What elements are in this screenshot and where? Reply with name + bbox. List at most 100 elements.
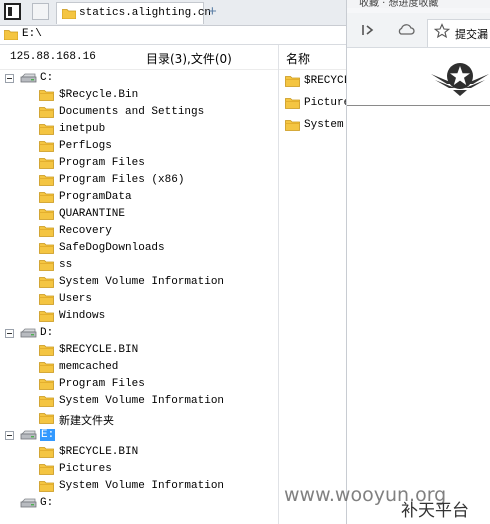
folder-icon bbox=[285, 97, 300, 112]
folder-label: Pictures bbox=[59, 463, 112, 475]
address-bar[interactable]: E:\ bbox=[0, 26, 346, 45]
folder-icon bbox=[285, 75, 300, 90]
tree-folder-item[interactable]: inetpub bbox=[0, 122, 278, 138]
tree-drive-c[interactable]: C: bbox=[0, 71, 278, 87]
tree-folder-item[interactable]: Program Files (x86) bbox=[0, 173, 278, 189]
folder-label: $Recycle.Bin bbox=[59, 89, 139, 101]
file-name: Pictures bbox=[304, 97, 346, 109]
browser-tab-label: 提交漏 bbox=[455, 28, 488, 41]
file-name: System Volume Information bbox=[304, 119, 346, 131]
tree-folder-item[interactable]: Users bbox=[0, 292, 278, 308]
file-list-item[interactable]: Pictures bbox=[279, 96, 346, 112]
tree-folder-item[interactable]: Program Files bbox=[0, 156, 278, 172]
folder-icon bbox=[39, 106, 54, 122]
drive-icon bbox=[20, 430, 37, 445]
folder-icon bbox=[39, 225, 54, 241]
browser-toolbar: 提交漏 bbox=[347, 13, 490, 48]
tree-folder-item[interactable]: System Volume Information bbox=[0, 275, 278, 291]
tree-folder-item[interactable]: QUARANTINE bbox=[0, 207, 278, 223]
tab-bar: statics.alighting.cn + bbox=[0, 0, 346, 26]
file-name: $RECYCLE.BIN bbox=[304, 75, 346, 87]
folder-icon bbox=[39, 157, 54, 173]
folder-icon bbox=[39, 480, 54, 496]
tree-drive-g[interactable]: G: bbox=[0, 496, 278, 512]
browser-content bbox=[347, 48, 490, 524]
favorites-bar: 收藏 · 想进度收藏 bbox=[347, 0, 490, 8]
folder-icon bbox=[285, 119, 300, 134]
directory-tree-pane: 125.88.168.16 目录(3),文件(0) C: $Recycle.Bin… bbox=[0, 45, 279, 524]
folder-icon bbox=[39, 242, 54, 258]
folder-icon bbox=[39, 463, 54, 479]
tree-folder-item[interactable]: Pictures bbox=[0, 462, 278, 478]
folder-icon bbox=[39, 89, 54, 105]
drive-label: G: bbox=[40, 497, 54, 509]
folder-label: System Volume Information bbox=[59, 480, 225, 492]
folder-icon bbox=[39, 412, 54, 428]
browser-tab[interactable]: 提交漏 bbox=[427, 19, 490, 47]
folder-icon bbox=[39, 140, 54, 156]
drive-icon bbox=[20, 498, 37, 513]
folder-label: PerfLogs bbox=[59, 140, 112, 152]
server-ip: 125.88.168.16 bbox=[10, 51, 96, 63]
collapse-toggle-icon[interactable] bbox=[5, 431, 14, 440]
sidebar-toggle-icon[interactable] bbox=[361, 23, 375, 41]
file-list-item[interactable]: System Volume Information bbox=[279, 118, 346, 134]
tab-label: statics.alighting.cn bbox=[79, 7, 212, 19]
new-tab-button[interactable]: + bbox=[208, 3, 217, 20]
tree-folder-item[interactable]: $RECYCLE.BIN bbox=[0, 445, 278, 461]
file-list-item[interactable]: $RECYCLE.BIN bbox=[279, 74, 346, 90]
tree-header: 125.88.168.16 目录(3),文件(0) bbox=[0, 45, 278, 70]
folder-label: Program Files (x86) bbox=[59, 174, 185, 186]
tree-folder-item[interactable]: memcached bbox=[0, 360, 278, 376]
emblem-logo-icon bbox=[429, 60, 490, 100]
drive-icon bbox=[20, 328, 37, 343]
column-name[interactable]: 名称 bbox=[286, 50, 310, 67]
folder-label: Documents and Settings bbox=[59, 106, 205, 118]
tree-folder-item[interactable]: $Recycle.Bin bbox=[0, 88, 278, 104]
folder-label: ss bbox=[59, 259, 73, 271]
header-divider bbox=[347, 105, 490, 106]
tree-drive-d[interactable]: D: bbox=[0, 326, 278, 342]
tab-statics[interactable]: statics.alighting.cn bbox=[56, 2, 211, 24]
folder-label: SafeDogDownloads bbox=[59, 242, 165, 254]
drive-label: D: bbox=[40, 327, 54, 339]
collapse-toggle-icon[interactable] bbox=[5, 329, 14, 338]
folder-label: Users bbox=[59, 293, 93, 305]
tree-folder-item[interactable]: 新建文件夹 bbox=[0, 411, 278, 428]
folder-label: $RECYCLE.BIN bbox=[59, 446, 139, 458]
folder-icon bbox=[39, 208, 54, 224]
folder-label: System Volume Information bbox=[59, 395, 225, 407]
panel-toggle-icon[interactable] bbox=[4, 3, 21, 20]
cloud-icon[interactable] bbox=[397, 23, 415, 40]
folder-label: memcached bbox=[59, 361, 119, 373]
tree-folder-item[interactable]: PerfLogs bbox=[0, 139, 278, 155]
folder-label: 新建文件夹 bbox=[59, 416, 114, 428]
tree-folder-item[interactable]: Program Files bbox=[0, 377, 278, 393]
file-list-header: 名称 bbox=[279, 45, 346, 70]
folder-icon bbox=[39, 395, 54, 411]
folder-icon bbox=[39, 310, 54, 326]
collapse-toggle-icon[interactable] bbox=[5, 74, 14, 83]
tree-folder-item[interactable]: SafeDogDownloads bbox=[0, 241, 278, 257]
tree-folder-item[interactable]: ss bbox=[0, 258, 278, 274]
tree-folder-item[interactable]: System Volume Information bbox=[0, 479, 278, 495]
folder-label: QUARANTINE bbox=[59, 208, 126, 220]
folder-icon bbox=[39, 174, 54, 190]
grid-view-icon[interactable] bbox=[32, 3, 49, 20]
tree-folder-item[interactable]: Documents and Settings bbox=[0, 105, 278, 121]
folder-icon bbox=[39, 191, 54, 207]
tree-folder-item[interactable]: $RECYCLE.BIN bbox=[0, 343, 278, 359]
tree-folder-item[interactable]: ProgramData bbox=[0, 190, 278, 206]
file-list-pane: 名称 $RECYCLE.BIN Pictures System Volume Inf… bbox=[279, 45, 346, 524]
drive-label: C: bbox=[40, 72, 54, 84]
tree-folder-item[interactable]: System Volume Information bbox=[0, 394, 278, 410]
folder-label: Program Files bbox=[59, 157, 145, 169]
favorites-text: 收藏 · 想进度收藏 bbox=[359, 0, 439, 8]
tree-folder-item[interactable]: Windows bbox=[0, 309, 278, 325]
folder-icon bbox=[39, 446, 54, 462]
folder-label: Recovery bbox=[59, 225, 112, 237]
tree-drive-e[interactable]: E: bbox=[0, 428, 278, 444]
folder-icon bbox=[39, 344, 54, 360]
tree-folder-item[interactable]: Recovery bbox=[0, 224, 278, 240]
folder-icon bbox=[39, 276, 54, 292]
